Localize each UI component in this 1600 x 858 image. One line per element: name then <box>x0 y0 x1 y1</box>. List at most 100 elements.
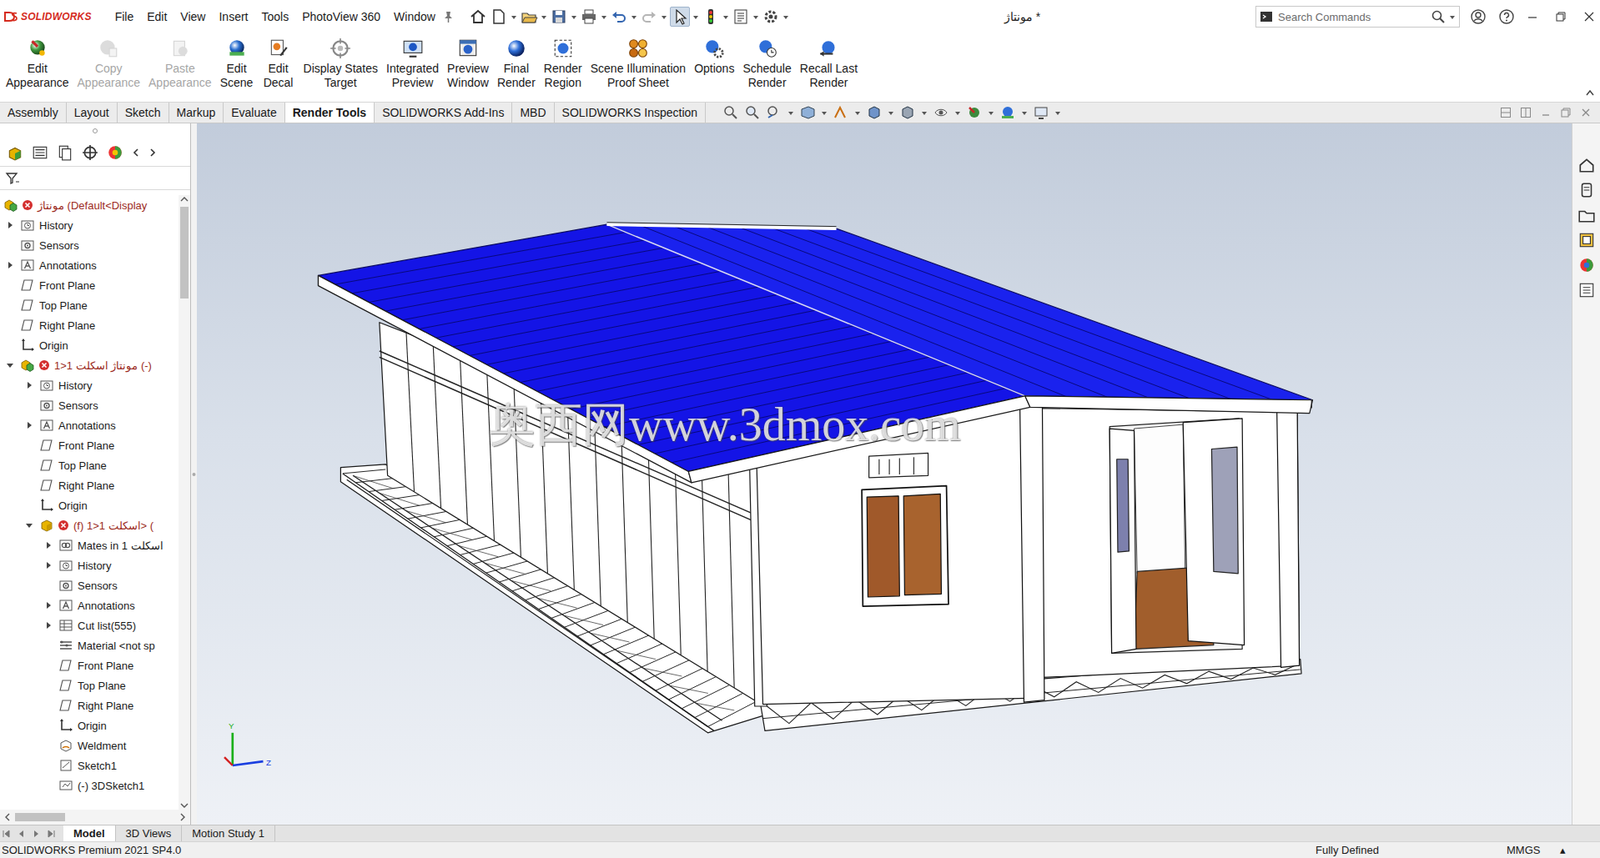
dropdown-icon[interactable] <box>692 10 700 23</box>
collapsed-arrow-icon[interactable] <box>44 621 53 630</box>
command-tab[interactable]: Markup <box>169 102 225 123</box>
tree-expander[interactable] <box>41 541 56 550</box>
ribbon-button[interactable]: Scene IlluminationProof Sheet <box>586 37 690 91</box>
zoom-area-icon[interactable] <box>744 104 761 121</box>
menu-item[interactable]: Edit <box>140 8 174 26</box>
dropdown-icon[interactable] <box>820 106 828 119</box>
scroll-down-icon[interactable] <box>180 801 189 811</box>
menu-item[interactable]: Insert <box>211 8 255 26</box>
tree-item[interactable]: (-) 3DSketch1 <box>0 775 179 796</box>
viewport-restore-icon[interactable] <box>1559 106 1572 119</box>
previous-view-icon[interactable] <box>765 104 783 121</box>
tree-expander[interactable] <box>3 261 17 270</box>
viewport-minimize-icon[interactable] <box>1539 106 1552 119</box>
property-manager-icon[interactable] <box>31 144 49 162</box>
dropdown-icon[interactable] <box>920 106 928 119</box>
collapsed-arrow-icon[interactable] <box>5 221 15 230</box>
tree-item[interactable]: Right Plane <box>0 315 179 336</box>
tab-scroll-icon[interactable] <box>16 829 31 840</box>
tree-item[interactable]: Front Plane <box>0 435 179 456</box>
tree-item[interactable]: Origin <box>0 715 179 736</box>
zoom-fit-icon[interactable] <box>722 104 740 121</box>
tree-item[interactable]: Annotations <box>0 255 179 276</box>
display-style-icon[interactable] <box>899 104 916 121</box>
tree-item[interactable]: Origin <box>0 495 179 516</box>
ribbon-button[interactable]: RenderRegion <box>539 37 587 91</box>
command-tab[interactable]: Sketch <box>117 102 170 123</box>
collapsed-arrow-icon[interactable] <box>5 261 15 270</box>
dropdown-icon[interactable] <box>600 10 608 23</box>
tile-vertical-icon[interactable] <box>1519 106 1532 119</box>
tree-item[interactable]: Top Plane <box>0 295 179 316</box>
scroll-thumb[interactable] <box>15 813 66 822</box>
vertical-scrollbar[interactable] <box>178 195 191 811</box>
tree-expander[interactable] <box>41 621 56 630</box>
tree-item[interactable]: Right Plane <box>0 695 179 716</box>
scroll-right-icon[interactable] <box>178 813 187 822</box>
view-palette-icon[interactable] <box>1577 230 1596 251</box>
collapsed-arrow-icon[interactable] <box>25 421 34 430</box>
restore-icon[interactable] <box>1554 10 1567 23</box>
bottom-tab[interactable]: Motion Study 1 <box>181 825 276 842</box>
bottom-tab[interactable]: Model <box>63 825 116 842</box>
search-input[interactable] <box>1276 10 1428 25</box>
dropdown-icon[interactable] <box>1021 106 1028 119</box>
collapsed-arrow-icon[interactable] <box>44 601 53 610</box>
tree-item[interactable]: Cut list(555) <box>0 615 179 636</box>
viewport-close-icon[interactable] <box>1579 106 1592 119</box>
ribbon-button[interactable]: Recall LastRender <box>795 37 862 91</box>
dynamic-annotation-icon[interactable] <box>832 104 850 121</box>
tree-expander[interactable] <box>3 361 17 370</box>
ribbon-button[interactable]: IntegratedPreview <box>382 37 443 91</box>
rebuild-icon[interactable] <box>701 7 720 26</box>
ribbon-button[interactable]: Options <box>689 37 739 76</box>
status-menu-arrow[interactable]: ▴ <box>1559 844 1600 857</box>
tree-item[interactable]: Mates in اسکلت 1 <box>0 535 179 556</box>
dropdown-icon[interactable] <box>987 106 995 119</box>
pin-icon[interactable] <box>442 10 454 24</box>
tree-expander[interactable] <box>22 421 36 430</box>
dropdown-icon[interactable] <box>660 10 668 23</box>
tree-item[interactable]: History <box>0 215 179 236</box>
scroll-right-icon[interactable] <box>148 147 157 158</box>
ribbon-button[interactable]: FinalRender <box>493 37 540 91</box>
design-library-icon[interactable] <box>1577 180 1596 201</box>
ribbon-button[interactable]: Display StatesTarget <box>299 37 383 91</box>
print-icon[interactable] <box>579 7 599 26</box>
apply-scene-icon[interactable] <box>999 104 1017 121</box>
tree-item[interactable]: History <box>0 555 179 576</box>
collapsed-arrow-icon[interactable] <box>44 561 53 570</box>
tree-item[interactable]: Top Plane <box>0 675 179 696</box>
tile-horizontal-icon[interactable] <box>1499 106 1512 119</box>
command-tab[interactable]: Render Tools <box>285 102 375 123</box>
scroll-up-icon[interactable] <box>180 195 189 204</box>
tree-item[interactable]: Top Plane <box>0 455 179 476</box>
home-icon[interactable] <box>468 7 488 26</box>
menu-item[interactable]: File <box>108 8 141 26</box>
feature-manager-icon[interactable] <box>6 144 24 162</box>
tree-item[interactable]: Front Plane <box>0 275 179 296</box>
new-document-icon[interactable] <box>489 7 509 26</box>
scroll-thumb[interactable] <box>180 206 189 299</box>
ribbon-button[interactable]: PreviewWindow <box>442 37 494 91</box>
dropdown-icon[interactable] <box>510 10 518 23</box>
ribbon-button[interactable]: ScheduleRender <box>738 37 795 91</box>
select-icon[interactable] <box>669 6 690 27</box>
tree-expander[interactable] <box>22 381 36 390</box>
dropdown-icon[interactable] <box>887 106 895 119</box>
configuration-manager-icon[interactable] <box>56 144 74 162</box>
tree-expander[interactable] <box>41 601 56 610</box>
ribbon-button[interactable]: EditAppearance <box>1 37 74 91</box>
expanded-arrow-icon[interactable] <box>5 361 15 370</box>
file-properties-icon[interactable] <box>731 7 750 26</box>
tab-scroll-icon[interactable] <box>46 829 61 840</box>
tree-item[interactable]: Annotations <box>0 415 179 436</box>
dropdown-icon[interactable] <box>752 10 760 23</box>
ribbon-button[interactable]: EditDecal <box>257 37 300 91</box>
resources-icon[interactable] <box>1577 155 1596 176</box>
edit-appearance-icon[interactable] <box>966 104 983 121</box>
bottom-tab[interactable]: 3D Views <box>115 825 183 842</box>
dropdown-icon[interactable] <box>954 106 962 119</box>
appearances-icon[interactable] <box>1577 255 1596 276</box>
tree-item[interactable]: Sensors <box>0 575 179 596</box>
